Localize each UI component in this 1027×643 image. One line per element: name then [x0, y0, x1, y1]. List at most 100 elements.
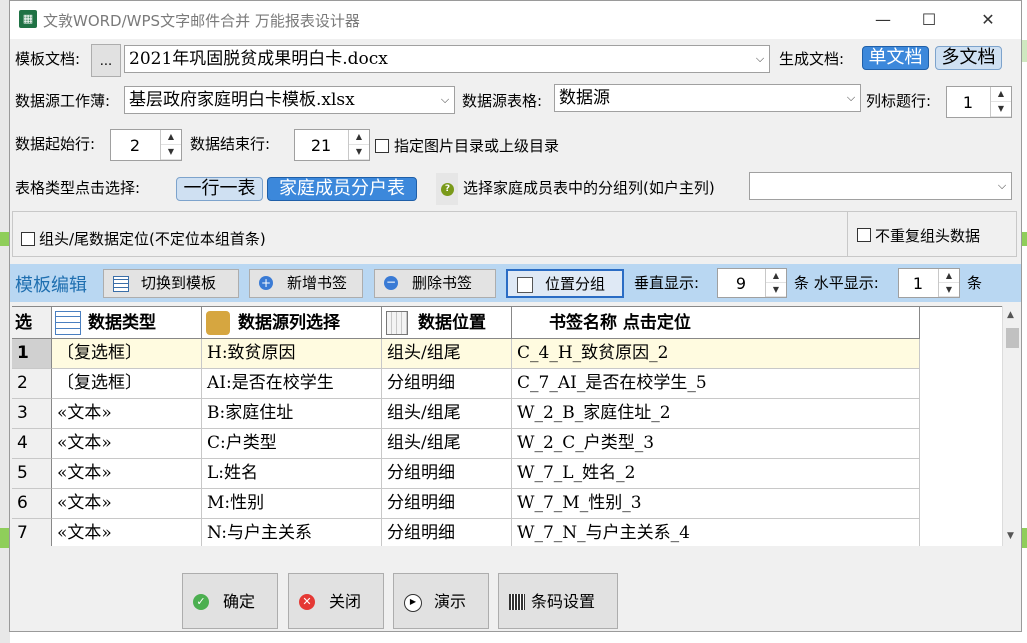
column-header-position[interactable]: 数据位置	[382, 307, 512, 339]
data-end-stepper[interactable]: 21 ▲ ▼	[294, 129, 370, 161]
source-column-cell[interactable]: C:户类型	[202, 429, 382, 459]
row-number-cell[interactable]: 2	[12, 369, 52, 399]
scroll-thumb[interactable]	[1006, 328, 1019, 348]
browse-template-button[interactable]: ...	[91, 44, 121, 77]
column-header-select[interactable]: 选	[12, 307, 52, 339]
group-head-checkbox[interactable]	[21, 232, 35, 246]
caret-up-icon[interactable]: ▲	[766, 269, 786, 283]
delete-bookmark-button[interactable]: − 删除书签	[374, 269, 496, 298]
one-row-table-button[interactable]: 一行一表	[176, 177, 263, 201]
data-type-cell[interactable]: «文本»	[52, 399, 202, 429]
header-row-stepper[interactable]: 1 ▲ ▼	[946, 86, 1012, 118]
vertical-display-stepper[interactable]: 9 ▲ ▼	[717, 268, 787, 298]
table-row[interactable]: 7 «文本» N:与户主关系 分组明细 W_7_N_与户主关系_4	[12, 519, 920, 546]
source-column-cell[interactable]: B:家庭住址	[202, 399, 382, 429]
table-icon	[55, 311, 81, 335]
source-column-cell[interactable]: M:性别	[202, 489, 382, 519]
position-group-button[interactable]: 位置分组	[506, 269, 624, 298]
caret-up-icon[interactable]: ▲	[349, 130, 369, 145]
bookmark-name-cell[interactable]: W_2_B_家庭住址_2	[512, 399, 920, 429]
source-column-cell[interactable]: AI:是否在校学生	[202, 369, 382, 399]
row-number-cell[interactable]: 1	[12, 339, 52, 369]
scroll-up-icon[interactable]: ▲	[1007, 310, 1014, 320]
caret-up-icon[interactable]: ▲	[161, 130, 181, 145]
data-position-cell[interactable]: 分组明细	[382, 459, 512, 489]
caret-down-icon[interactable]: ▼	[161, 145, 181, 160]
source-column-cell[interactable]: L:姓名	[202, 459, 382, 489]
scroll-down-icon[interactable]: ▼	[1007, 531, 1014, 541]
bookmark-name-cell[interactable]: W_7_M_性别_3	[512, 489, 920, 519]
bookmark-name-cell[interactable]: W_7_L_姓名_2	[512, 459, 920, 489]
row-number-cell[interactable]: 5	[12, 459, 52, 489]
source-column-cell[interactable]: H:致贫原因	[202, 339, 382, 369]
data-position-cell[interactable]: 分组明细	[382, 489, 512, 519]
data-type-cell[interactable]: 〔复选框〕	[52, 369, 202, 399]
data-end-spin-buttons[interactable]: ▲ ▼	[348, 130, 369, 160]
switch-template-button[interactable]: 切换到模板	[103, 269, 239, 298]
table-row[interactable]: 4 «文本» C:户类型 组头/组尾 W_2_C_户类型_3	[12, 429, 920, 459]
column-header-bookmark[interactable]: 书签名称 点击定位	[512, 307, 920, 339]
minimize-button[interactable]: —	[860, 5, 906, 35]
datasource-sheet-select[interactable]: 数据源 ⌵	[554, 84, 861, 112]
maximize-button[interactable]: ☐	[906, 5, 952, 35]
barcode-settings-button[interactable]: 条码设置	[498, 573, 618, 629]
data-position-cell[interactable]: 分组明细	[382, 519, 512, 546]
caret-down-icon[interactable]: ▼	[766, 283, 786, 297]
demo-button[interactable]: ▶ 演示	[393, 573, 489, 629]
row-number-cell[interactable]: 7	[12, 519, 52, 546]
source-column-cell[interactable]: N:与户主关系	[202, 519, 382, 546]
table-row[interactable]: 3 «文本» B:家庭住址 组头/组尾 W_2_B_家庭住址_2	[12, 399, 920, 429]
chevron-down-icon: ⌵	[440, 93, 450, 106]
table-row[interactable]: 1 〔复选框〕 H:致贫原因 组头/组尾 C_4_H_致贫原因_2	[12, 339, 920, 369]
multi-doc-button[interactable]: 多文档	[935, 46, 1002, 70]
caret-down-icon[interactable]: ▼	[349, 145, 369, 160]
close-window-button[interactable]: ✕	[965, 5, 1011, 35]
bookmark-name-cell[interactable]: C_4_H_致贫原因_2	[512, 339, 920, 369]
header-row-spin-buttons[interactable]: ▲ ▼	[990, 87, 1011, 117]
datasource-book-select[interactable]: 基层政府家庭明白卡模板.xlsx ⌵	[124, 86, 455, 114]
row-number-cell[interactable]: 4	[12, 429, 52, 459]
row-number-cell[interactable]: 6	[12, 489, 52, 519]
column-header-source[interactable]: 数据源列选择	[202, 307, 382, 339]
bookmark-name-cell[interactable]: C_7_AI_是否在校学生_5	[512, 369, 920, 399]
add-bookmark-button[interactable]: + 新增书签	[249, 269, 363, 298]
column-header-position-label: 数据位置	[418, 313, 486, 333]
vertical-display-spin-buttons[interactable]: ▲ ▼	[765, 269, 786, 297]
bookmark-name-cell[interactable]: W_7_N_与户主关系_4	[512, 519, 920, 546]
close-button[interactable]: ✕ 关闭	[288, 573, 384, 629]
row-number-cell[interactable]: 3	[12, 399, 52, 429]
table-scrollbar[interactable]: ▲ ▼	[1002, 306, 1021, 546]
data-start-stepper[interactable]: 2 ▲ ▼	[110, 129, 182, 161]
template-doc-select[interactable]: 2021年巩固脱贫成果明白卡.docx ⌵	[124, 45, 770, 73]
data-type-cell[interactable]: «文本»	[52, 519, 202, 546]
data-position-cell[interactable]: 组头/组尾	[382, 399, 512, 429]
data-type-cell[interactable]: 〔复选框〕	[52, 339, 202, 369]
horizontal-display-stepper[interactable]: 1 ▲ ▼	[898, 268, 960, 298]
column-header-type[interactable]: 数据类型	[52, 307, 202, 339]
no-repeat-checkbox[interactable]	[857, 228, 871, 242]
help-icon-box[interactable]: ?	[436, 173, 458, 205]
table-row[interactable]: 2 〔复选框〕 AI:是否在校学生 分组明细 C_7_AI_是否在校学生_5	[12, 369, 920, 399]
data-type-cell[interactable]: «文本»	[52, 429, 202, 459]
data-type-cell[interactable]: «文本»	[52, 489, 202, 519]
image-dir-checkbox[interactable]	[375, 139, 389, 153]
barcode-icon	[509, 594, 525, 610]
table-row[interactable]: 5 «文本» L:姓名 分组明细 W_7_L_姓名_2	[12, 459, 920, 489]
caret-up-icon[interactable]: ▲	[991, 87, 1011, 102]
add-bookmark-label: 新增书签	[287, 274, 348, 292]
data-type-cell[interactable]: «文本»	[52, 459, 202, 489]
table-row[interactable]: 6 «文本» M:性别 分组明细 W_7_M_性别_3	[12, 489, 920, 519]
caret-down-icon[interactable]: ▼	[939, 283, 959, 297]
group-column-select[interactable]: ⌵	[749, 172, 1012, 200]
caret-up-icon[interactable]: ▲	[939, 269, 959, 283]
data-position-cell[interactable]: 组头/组尾	[382, 339, 512, 369]
single-doc-button[interactable]: 单文档	[862, 46, 929, 70]
caret-down-icon[interactable]: ▼	[991, 102, 1011, 117]
data-position-cell[interactable]: 组头/组尾	[382, 429, 512, 459]
family-table-button[interactable]: 家庭成员分户表	[267, 177, 417, 201]
data-start-spin-buttons[interactable]: ▲ ▼	[160, 130, 181, 160]
data-position-cell[interactable]: 分组明细	[382, 369, 512, 399]
horizontal-display-spin-buttons[interactable]: ▲ ▼	[938, 269, 959, 297]
ok-button[interactable]: ✓ 确定	[182, 573, 278, 629]
bookmark-name-cell[interactable]: W_2_C_户类型_3	[512, 429, 920, 459]
